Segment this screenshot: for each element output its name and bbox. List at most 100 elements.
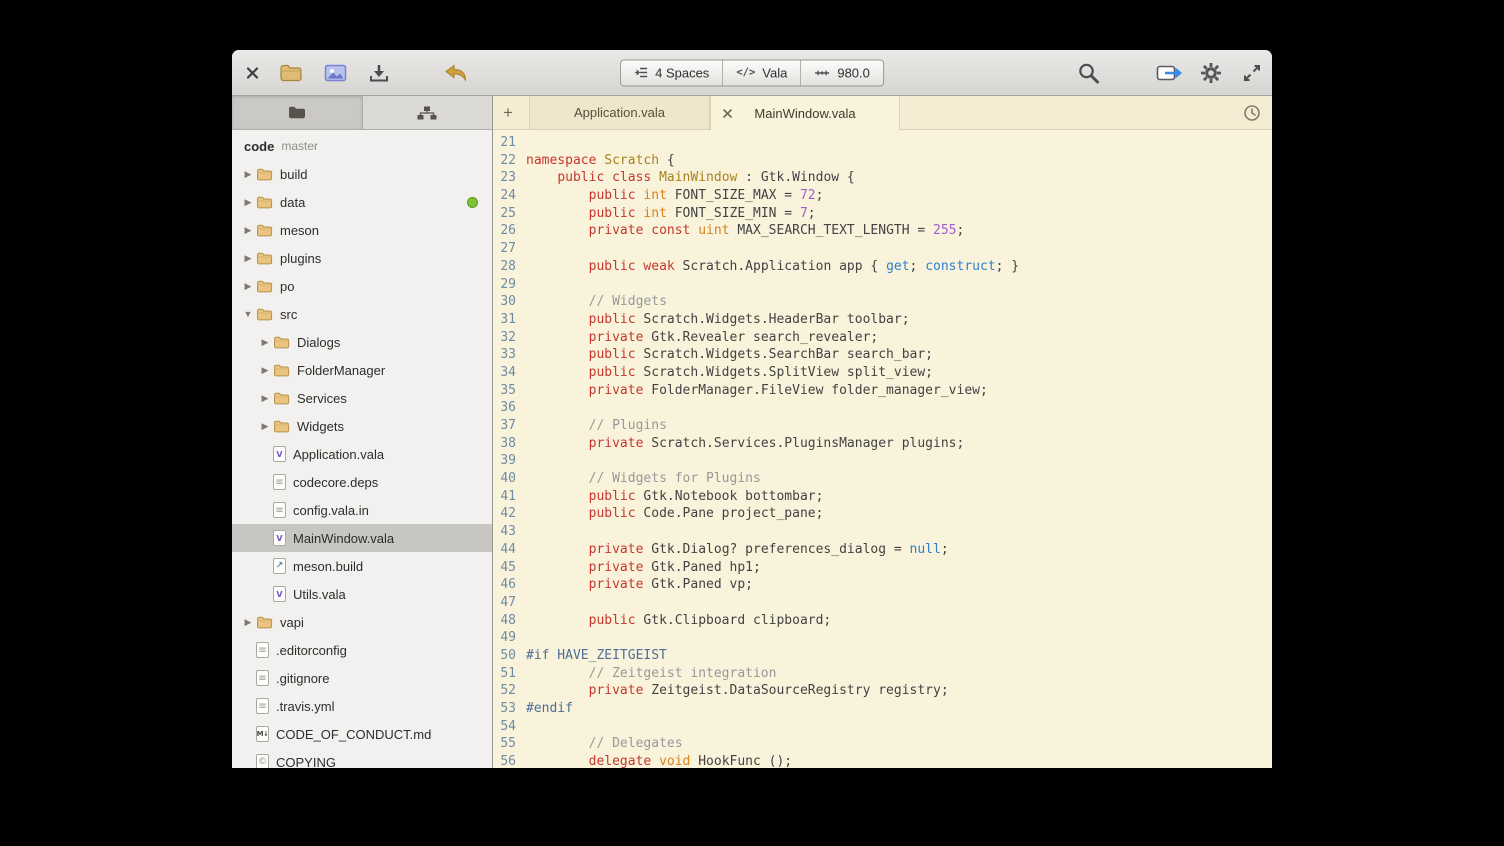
code-line: 54 [493, 718, 1272, 736]
history-button[interactable] [1239, 96, 1265, 130]
folder-icon [256, 616, 273, 629]
expand-arrow-icon[interactable]: ▶ [240, 281, 256, 292]
tree-folder-po[interactable]: ▶po [232, 272, 492, 300]
code-area[interactable]: 2122namespace Scratch {23 public class M… [493, 130, 1272, 768]
tree-folder-meson[interactable]: ▶meson [232, 216, 492, 244]
document-settings-group: 4 Spaces </> Vala 980.0 [620, 59, 884, 86]
tree-file-CODE_OF_CONDUCT.md[interactable]: M↓CODE_OF_CONDUCT.md [232, 720, 492, 748]
line-number: 43 [493, 523, 523, 541]
undo-button[interactable] [444, 64, 468, 81]
templates-button[interactable] [322, 60, 348, 86]
tree-item-label: Widgets [297, 419, 344, 434]
code-line-text: public weak Scratch.Application app { ge… [523, 258, 1019, 276]
tree-folder-build[interactable]: ▶ build [232, 160, 492, 188]
tree-file-config.vala.in[interactable]: ≡config.vala.in [232, 496, 492, 524]
tree-item-label: .gitignore [276, 671, 329, 686]
code-line: 31 public Scratch.Widgets.HeaderBar tool… [493, 311, 1272, 329]
tree-folder-src[interactable]: ▼src [232, 300, 492, 328]
sidebar-tab-files[interactable] [232, 96, 362, 129]
tree-file-.editorconfig[interactable]: ≡.editorconfig [232, 636, 492, 664]
tab-title: MainWindow.vala [754, 106, 855, 121]
tree-file-Utils.vala[interactable]: VUtils.vala [232, 580, 492, 608]
line-number: 51 [493, 665, 523, 683]
code-line-text: #if HAVE_ZEITGEIST [523, 647, 667, 665]
project-header[interactable]: code master [232, 132, 492, 160]
expand-arrow-icon[interactable]: ▶ [257, 365, 273, 376]
expand-arrow-icon[interactable]: ▶ [257, 421, 273, 432]
tree-folder-Dialogs[interactable]: ▶Dialogs [232, 328, 492, 356]
folder-icon [256, 616, 273, 629]
code-line-text: // Widgets [523, 293, 667, 311]
tree-item-label: build [280, 167, 307, 182]
expand-arrow-icon[interactable]: ▶ [240, 197, 256, 208]
new-tab-button[interactable]: + [493, 96, 523, 129]
close-window-button[interactable] [246, 66, 259, 79]
tree-file-Application.vala[interactable]: VApplication.vala [232, 440, 492, 468]
tree-folder-Services[interactable]: ▶Services [232, 384, 492, 412]
code-brackets-icon: </> [736, 67, 755, 79]
line-number: 22 [493, 152, 523, 170]
folder-icon [273, 364, 290, 377]
fullscreen-button[interactable] [1242, 63, 1262, 83]
tree-item-label: codecore.deps [293, 475, 378, 490]
search-button[interactable] [1077, 61, 1100, 84]
editor-tab-MainWindow.vala[interactable]: MainWindow.vala [710, 96, 900, 130]
expand-arrow-icon[interactable]: ▶ [257, 393, 273, 404]
tree-folder-vapi[interactable]: ▶vapi [232, 608, 492, 636]
code-line: 39 [493, 452, 1272, 470]
tree-folder-FolderManager[interactable]: ▶FolderManager [232, 356, 492, 384]
line-number: 54 [493, 718, 523, 736]
tree-folder-plugins[interactable]: ▶plugins [232, 244, 492, 272]
close-icon [246, 66, 259, 79]
code-line-text: private Gtk.Paned hp1; [523, 559, 761, 577]
code-line-text: public Gtk.Clipboard clipboard; [523, 612, 831, 630]
text-file-icon: ≡ [256, 670, 269, 686]
code-line-text: public Gtk.Notebook bottombar; [523, 488, 823, 506]
expand-arrow-icon[interactable]: ▶ [240, 169, 256, 180]
sidebar-tab-outline[interactable] [362, 96, 493, 129]
goto-line-button[interactable]: 980.0 [801, 60, 883, 85]
open-in-button[interactable] [1156, 62, 1184, 84]
expand-arrow-icon[interactable]: ▶ [240, 225, 256, 236]
tree-file-MainWindow.vala[interactable]: VMainWindow.vala [232, 524, 492, 552]
code-line: 53#endif [493, 700, 1272, 718]
tree-folder-Widgets[interactable]: ▶ Widgets [232, 412, 492, 440]
fullscreen-arrows-icon [1242, 63, 1262, 83]
code-line: 50#if HAVE_ZEITGEIST [493, 647, 1272, 665]
close-tab-icon[interactable] [720, 106, 734, 120]
tree-file-.gitignore[interactable]: ≡ .gitignore [232, 664, 492, 692]
settings-button[interactable] [1200, 62, 1222, 84]
code-line-text: public Code.Pane project_pane; [523, 505, 823, 523]
expand-arrow-icon[interactable]: ▶ [240, 617, 256, 628]
line-number: 36 [493, 399, 523, 417]
collapse-arrow-icon[interactable]: ▼ [240, 309, 256, 319]
open-folder-button[interactable] [278, 60, 304, 86]
tree-file-meson.build[interactable]: ↗meson.build [232, 552, 492, 580]
line-number: 30 [493, 293, 523, 311]
expand-arrow-icon[interactable]: ▶ [240, 253, 256, 264]
text-file-icon: ≡ [273, 474, 286, 490]
code-line-text: private Zeitgeist.DataSourceRegistry reg… [523, 682, 949, 700]
line-number: 46 [493, 576, 523, 594]
document-icon: © [256, 754, 269, 768]
folder-icon [256, 280, 273, 293]
tree-file-.travis.yml[interactable]: ≡.travis.yml [232, 692, 492, 720]
editor-tab-Application.vala[interactable]: Application.vala [529, 96, 710, 129]
language-button[interactable]: </> Vala [723, 60, 801, 85]
code-line: 29 [493, 276, 1272, 294]
tree-item-label: COPYING [276, 755, 336, 769]
code-line-text [523, 523, 526, 541]
document-icon: M↓ [256, 726, 269, 742]
headerbar: 4 Spaces </> Vala 980.0 [232, 50, 1272, 96]
tree-file-COPYING[interactable]: © COPYING [232, 748, 492, 768]
tab-width-button[interactable]: 4 Spaces [621, 60, 723, 85]
code-line-text: delegate void HookFunc (); [523, 753, 792, 768]
save-as-button[interactable] [366, 60, 392, 86]
line-number: 45 [493, 559, 523, 577]
tree-file-codecore.deps[interactable]: ≡ codecore.deps [232, 468, 492, 496]
text-file-icon: ≡ [256, 642, 269, 658]
tree-folder-data[interactable]: ▶data [232, 188, 492, 216]
expand-arrow-icon[interactable]: ▶ [257, 337, 273, 348]
code-line: 32 private Gtk.Revealer search_revealer; [493, 329, 1272, 347]
tree-item-label: .travis.yml [276, 699, 335, 714]
